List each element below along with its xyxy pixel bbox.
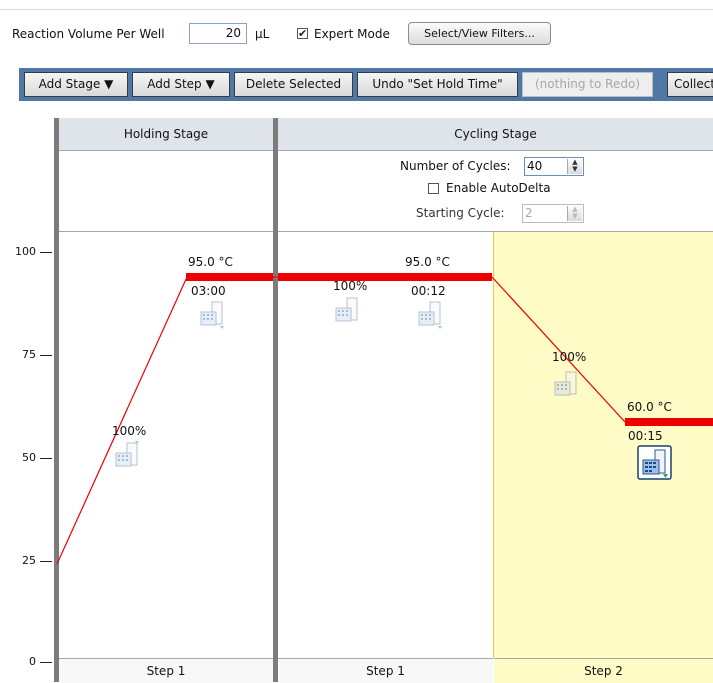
data-collection-icon[interactable]	[552, 370, 582, 400]
hold-segment	[278, 273, 492, 281]
y-tick-mark	[40, 252, 52, 253]
add-stage-button[interactable]: Add Stage ▼	[24, 72, 128, 97]
ramp-line	[56, 276, 188, 565]
y-tick-label: 50	[22, 451, 36, 464]
settings-row: Reaction Volume Per Well 20 µL ✔ Expert …	[0, 22, 713, 48]
data-collection-icon[interactable]	[416, 300, 446, 330]
y-tick-mark	[40, 561, 52, 562]
hold-segment	[186, 273, 273, 281]
y-tick-label: 75	[22, 348, 36, 361]
select-view-filters-button[interactable]: Select/View Filters...	[408, 22, 551, 45]
hold-time-label[interactable]: 03:00	[191, 284, 226, 298]
collect-data-button[interactable]: Collect Data	[667, 72, 713, 97]
data-collection-icon[interactable]	[113, 441, 143, 471]
volume-unit: µL	[255, 27, 270, 41]
hold-temp-label[interactable]: 60.0 °C	[627, 400, 672, 414]
temperature-plot	[56, 273, 713, 565]
top-divider	[0, 9, 713, 10]
y-tick-label: 0	[29, 655, 36, 668]
expert-mode-label: Expert Mode	[314, 27, 390, 41]
undo-button[interactable]: Undo "Set Hold Time"	[357, 72, 518, 97]
ramp-rate-label[interactable]: 100%	[112, 424, 146, 438]
hold-segment	[625, 418, 713, 426]
delete-selected-button[interactable]: Delete Selected	[234, 72, 353, 97]
hold-time-label[interactable]: 00:12	[411, 284, 446, 298]
toolbar: Add Stage ▼ Add Step ▼ Delete Selected U…	[19, 68, 713, 101]
toolbar-separator	[659, 79, 660, 91]
add-step-button[interactable]: Add Step ▼	[132, 72, 230, 97]
ramp-rate-label[interactable]: 100%	[552, 350, 586, 364]
y-tick-mark	[40, 458, 52, 459]
y-tick-label: 100	[15, 245, 36, 258]
redo-button[interactable]: (nothing to Redo)	[522, 72, 653, 97]
ramp-rate-label[interactable]: 100%	[333, 279, 367, 293]
hold-time-label[interactable]: 00:15	[628, 429, 663, 443]
hold-temp-label[interactable]: 95.0 °C	[188, 255, 233, 269]
data-collection-icon[interactable]	[333, 296, 363, 326]
expert-mode-checkbox[interactable]: ✔	[297, 28, 308, 39]
y-tick-label: 25	[22, 554, 36, 567]
y-tick-mark	[40, 662, 52, 663]
thermal-profile-editor: Holding Stage Cycling Stage Number of Cy…	[54, 118, 713, 683]
volume-label: Reaction Volume Per Well	[12, 27, 165, 41]
data-collection-icon-active[interactable]	[637, 445, 673, 481]
data-collection-icon[interactable]	[198, 300, 228, 330]
volume-input[interactable]: 20	[189, 23, 247, 44]
y-tick-mark	[40, 355, 52, 356]
hold-temp-label[interactable]: 95.0 °C	[405, 255, 450, 269]
